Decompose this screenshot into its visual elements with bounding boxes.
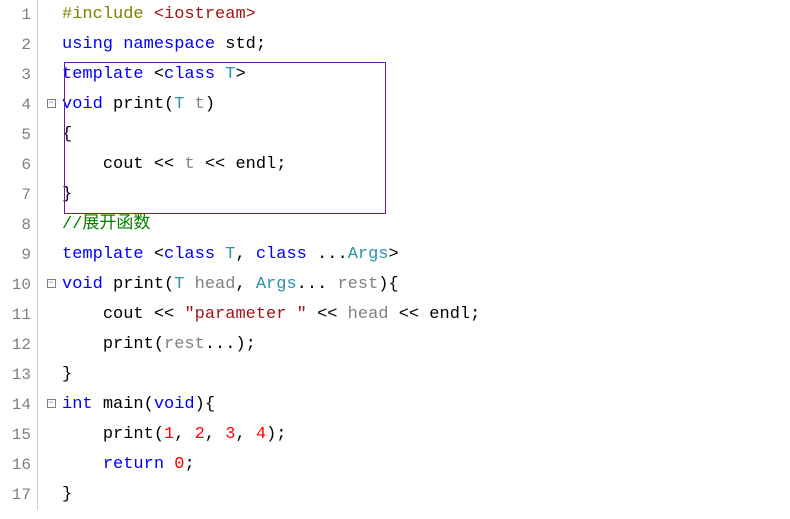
code-content[interactable]: print(rest...); bbox=[58, 330, 256, 360]
code-content[interactable]: void print(T head, Args... rest){ bbox=[58, 270, 399, 300]
code-content[interactable]: { bbox=[58, 120, 72, 150]
code-line[interactable]: 5 { bbox=[0, 120, 790, 150]
code-line[interactable]: 13 } bbox=[0, 360, 790, 390]
code-line[interactable]: 9 template <class T, class ...Args> bbox=[0, 240, 790, 270]
line-number: 3 bbox=[0, 60, 38, 90]
line-number: 7 bbox=[0, 180, 38, 210]
line-number: 1 bbox=[0, 0, 38, 30]
code-line[interactable]: 6 cout << t << endl; bbox=[0, 150, 790, 180]
code-content[interactable]: template <class T> bbox=[58, 60, 246, 90]
fold-toggle[interactable]: − bbox=[44, 270, 58, 300]
code-content[interactable]: using namespace std; bbox=[58, 30, 266, 60]
code-content[interactable]: //展开函数 bbox=[58, 210, 150, 240]
collapse-icon: − bbox=[47, 99, 56, 108]
code-content[interactable]: int main(void){ bbox=[58, 390, 215, 420]
line-number: 16 bbox=[0, 450, 38, 480]
code-line[interactable]: 1 #include <iostream> bbox=[0, 0, 790, 30]
code-content[interactable]: cout << "parameter " << head << endl; bbox=[58, 300, 480, 330]
code-line[interactable]: 7 } bbox=[0, 180, 790, 210]
line-number: 8 bbox=[0, 210, 38, 240]
line-number: 4 bbox=[0, 90, 38, 120]
line-number: 12 bbox=[0, 330, 38, 360]
code-content[interactable]: return 0; bbox=[58, 450, 195, 480]
line-number: 2 bbox=[0, 30, 38, 60]
code-content[interactable]: #include <iostream> bbox=[58, 0, 256, 30]
collapse-icon: − bbox=[47, 399, 56, 408]
fold-toggle[interactable]: − bbox=[44, 90, 58, 120]
code-line[interactable]: 14 − int main(void){ bbox=[0, 390, 790, 420]
code-line[interactable]: 16 return 0; bbox=[0, 450, 790, 480]
collapse-icon: − bbox=[47, 279, 56, 288]
code-content[interactable]: template <class T, class ...Args> bbox=[58, 240, 399, 270]
code-content[interactable]: } bbox=[58, 480, 72, 510]
code-line[interactable]: 15 print(1, 2, 3, 4); bbox=[0, 420, 790, 450]
code-editor[interactable]: 1 #include <iostream> 2 using namespace … bbox=[0, 0, 790, 519]
code-line[interactable]: 2 using namespace std; bbox=[0, 30, 790, 60]
code-line[interactable]: 11 cout << "parameter " << head << endl; bbox=[0, 300, 790, 330]
line-number: 5 bbox=[0, 120, 38, 150]
line-number: 15 bbox=[0, 420, 38, 450]
fold-toggle[interactable]: − bbox=[44, 390, 58, 420]
line-number: 9 bbox=[0, 240, 38, 270]
line-number: 13 bbox=[0, 360, 38, 390]
line-number: 11 bbox=[0, 300, 38, 330]
line-number: 10 bbox=[0, 270, 38, 300]
code-content[interactable]: } bbox=[58, 360, 72, 390]
line-number: 14 bbox=[0, 390, 38, 420]
line-number: 17 bbox=[0, 480, 38, 510]
code-line[interactable]: 17 } bbox=[0, 480, 790, 510]
code-content[interactable]: print(1, 2, 3, 4); bbox=[58, 420, 286, 450]
code-content[interactable]: void print(T t) bbox=[58, 90, 215, 120]
code-content[interactable]: cout << t << endl; bbox=[58, 150, 286, 180]
line-number: 6 bbox=[0, 150, 38, 180]
code-content[interactable]: } bbox=[58, 180, 72, 210]
code-line[interactable]: 4 − void print(T t) bbox=[0, 90, 790, 120]
code-line[interactable]: 8 //展开函数 bbox=[0, 210, 790, 240]
code-line[interactable]: 3 template <class T> bbox=[0, 60, 790, 90]
code-line[interactable]: 10 − void print(T head, Args... rest){ bbox=[0, 270, 790, 300]
code-line[interactable]: 12 print(rest...); bbox=[0, 330, 790, 360]
